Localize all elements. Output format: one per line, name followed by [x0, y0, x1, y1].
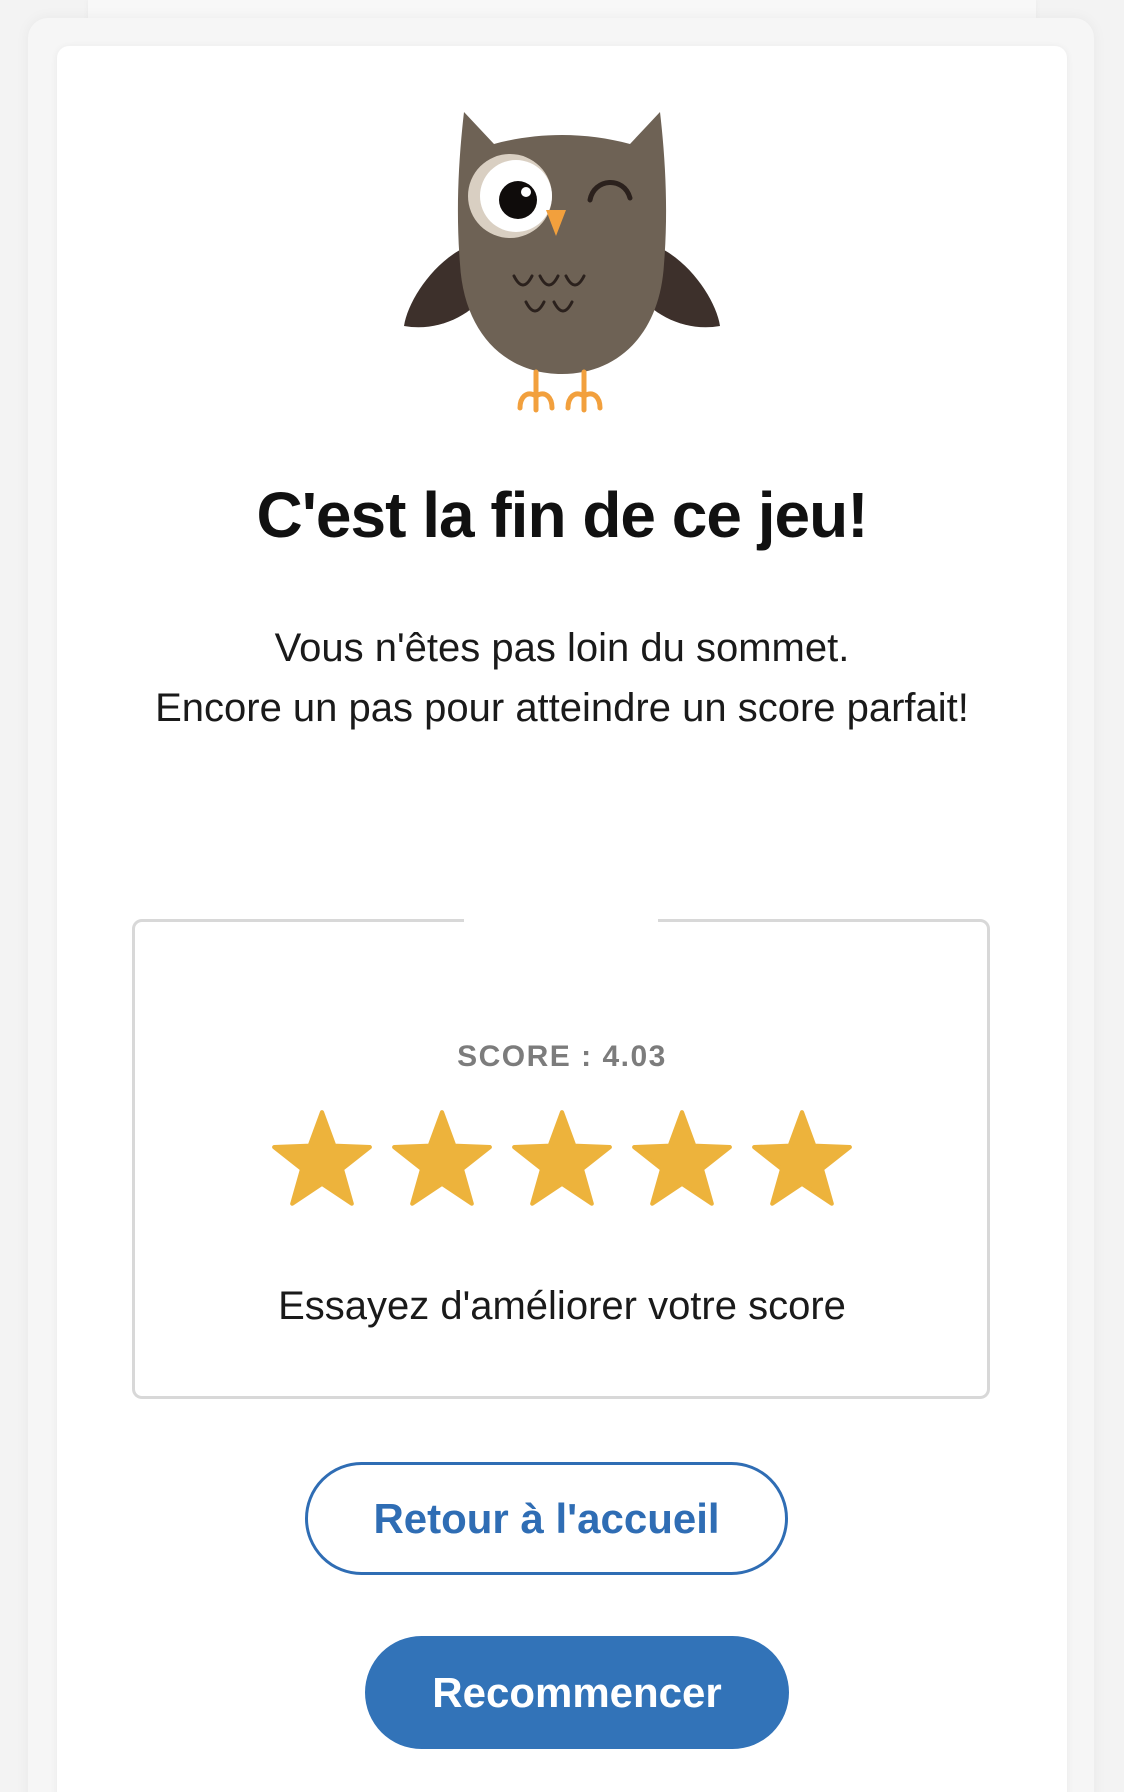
game-end-screen: C'est la fin de ce jeu! Vous n'êtes pas … [0, 0, 1124, 1792]
star-rating [270, 1108, 854, 1212]
score-label: SCORE : 4.03 [457, 1040, 667, 1073]
home-button[interactable]: Retour à l'accueil [305, 1462, 788, 1575]
star-icon [512, 1110, 612, 1206]
score-feedback: Essayez d'améliorer votre score [278, 1284, 846, 1328]
page-title: C'est la fin de ce jeu! [256, 479, 868, 551]
star-icon [752, 1110, 852, 1206]
subtitle-line-1: Vous n'êtes pas loin du sommet. [274, 626, 850, 670]
winking-owl-icon [404, 112, 720, 413]
subtitle-line-2: Encore un pas pour atteindre un score pa… [155, 686, 969, 730]
star-icon [632, 1110, 732, 1206]
star-icon [392, 1110, 492, 1206]
restart-button[interactable]: Recommencer [365, 1636, 789, 1749]
star-icon [272, 1110, 372, 1206]
score-panel-notch [464, 914, 658, 924]
